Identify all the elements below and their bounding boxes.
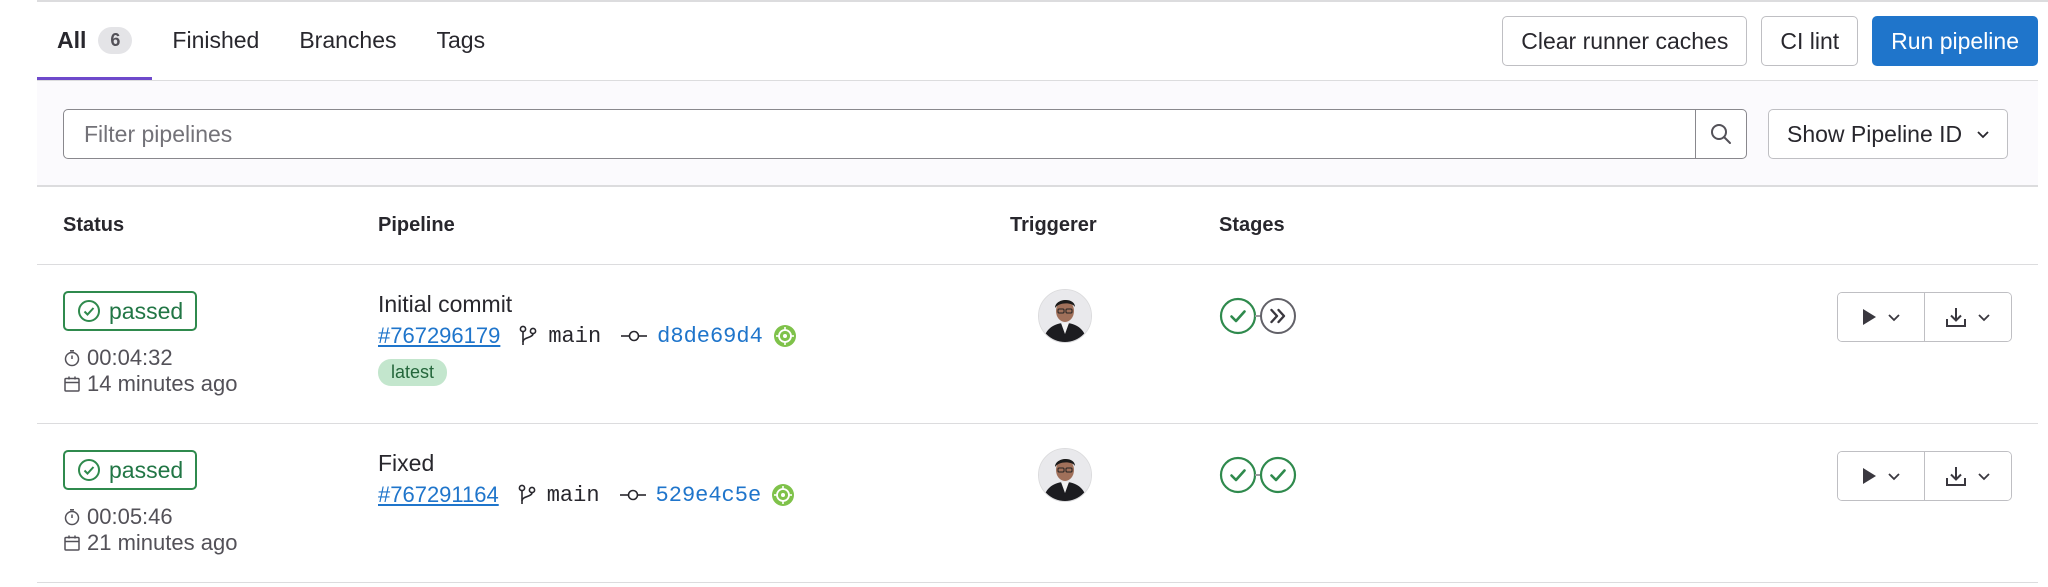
commit-sha-text: d8de69d4 xyxy=(657,323,763,349)
branch-icon xyxy=(518,484,536,504)
table-header: Status Pipeline Triggerer Stages xyxy=(37,186,2038,265)
duration: 00:05:46 xyxy=(63,504,173,530)
triggerer-column-header: Triggerer xyxy=(1010,214,1097,236)
tab-finished[interactable]: Finished xyxy=(152,0,279,80)
run-pipeline-button[interactable]: Run pipeline xyxy=(1872,16,2038,66)
pipeline-stages xyxy=(1219,297,1297,335)
stages-column-header: Stages xyxy=(1219,214,1285,236)
pipeline-id-link[interactable]: #767296179 xyxy=(378,323,500,349)
show-pipeline-id-dropdown[interactable]: Show Pipeline ID xyxy=(1768,109,2008,159)
commit-icon xyxy=(619,489,646,501)
tab-branches[interactable]: Branches xyxy=(279,0,416,80)
chevron-down-icon xyxy=(1978,473,1990,481)
calendar-icon xyxy=(64,376,80,392)
table-row: passed 00:04:32 14 minutes ago Initial c… xyxy=(37,265,2038,424)
check-circle-icon xyxy=(78,459,100,481)
check-circle-icon xyxy=(78,300,100,322)
commit-title: Fixed xyxy=(378,450,435,476)
timer-icon xyxy=(64,350,80,367)
filter-bar: Show Pipeline ID xyxy=(37,80,2038,187)
pipeline-info: #767296179 main d8de69d4 xyxy=(378,323,797,349)
duration: 00:04:32 xyxy=(63,345,173,371)
tab-tags-label: Tags xyxy=(436,26,486,53)
download-artifacts-dropdown[interactable] xyxy=(1924,452,2011,500)
clear-runner-caches-button[interactable]: Clear runner caches xyxy=(1502,16,1748,66)
tab-finished-label: Finished xyxy=(172,26,260,53)
download-artifacts-dropdown[interactable] xyxy=(1924,293,2011,341)
tab-all[interactable]: All 6 xyxy=(37,0,153,80)
download-icon xyxy=(1946,308,1966,327)
status-column-header: Status xyxy=(63,214,125,236)
commit-sha-text: 529e4c5e xyxy=(655,482,762,508)
commit-sha[interactable]: 529e4c5e xyxy=(619,482,762,508)
run-manual-job-dropdown[interactable] xyxy=(1838,452,1924,500)
status-label: passed xyxy=(109,456,184,483)
pipeline-stages xyxy=(1219,456,1297,494)
search-icon xyxy=(1711,124,1731,144)
status-badge[interactable]: passed xyxy=(63,291,198,331)
table-row: passed 00:05:46 21 minutes ago Fixed #76… xyxy=(37,424,2038,583)
download-icon xyxy=(1946,467,1966,486)
run-manual-job-dropdown[interactable] xyxy=(1838,293,1924,341)
status-label: passed xyxy=(109,297,184,324)
row-actions xyxy=(1837,292,2012,342)
triggerer-avatar[interactable] xyxy=(1038,289,1092,343)
commit-title: Initial commit xyxy=(378,291,513,317)
search-button[interactable] xyxy=(1695,110,1746,158)
user-avatar-image xyxy=(1039,290,1091,342)
show-pipeline-id-label: Show Pipeline ID xyxy=(1787,120,1963,147)
ci-lint-button[interactable]: CI lint xyxy=(1761,16,1859,66)
latest-badge: latest xyxy=(378,359,448,386)
timer-icon xyxy=(64,509,80,526)
filter-pipelines-input[interactable] xyxy=(64,110,1695,158)
finished-time-text: 21 minutes ago xyxy=(87,530,238,555)
filter-search-box xyxy=(63,109,1747,159)
pipeline-tabs: All 6 Finished Branches Tags xyxy=(37,0,505,80)
pipeline-id-link[interactable]: #767291164 xyxy=(378,482,499,508)
stage-skipped-icon[interactable] xyxy=(1259,297,1297,335)
branch-name: main xyxy=(546,482,600,508)
branch-ref[interactable]: main xyxy=(517,483,600,508)
stage-success-icon[interactable] xyxy=(1219,297,1257,335)
pipeline-info: #767291164 main 529e4c5e xyxy=(378,482,795,508)
chevron-down-icon xyxy=(1888,314,1900,322)
branch-icon xyxy=(519,325,537,345)
branch-name: main xyxy=(548,323,602,349)
chevron-down-icon xyxy=(1978,314,1990,322)
row-actions xyxy=(1837,451,2012,501)
status-badge[interactable]: passed xyxy=(63,450,198,490)
branch-ref[interactable]: main xyxy=(518,324,601,349)
pipeline-column-header: Pipeline xyxy=(378,214,455,236)
tab-all-count-badge: 6 xyxy=(98,26,133,54)
user-avatar-image xyxy=(1039,449,1091,501)
finished-time: 21 minutes ago xyxy=(63,530,237,556)
top-actions: Clear runner caches CI lint Run pipeline xyxy=(1502,16,2038,66)
commit-sha[interactable]: d8de69d4 xyxy=(621,324,763,349)
tab-branches-label: Branches xyxy=(299,26,397,53)
stage-success-icon[interactable] xyxy=(1219,456,1257,494)
verified-signature-icon[interactable] xyxy=(771,483,795,507)
verified-signature-icon[interactable] xyxy=(773,324,797,348)
triggerer-avatar[interactable] xyxy=(1038,448,1092,502)
tab-all-label: All xyxy=(57,26,87,53)
duration-text: 00:05:46 xyxy=(87,504,173,529)
chevron-down-icon xyxy=(1888,473,1900,481)
play-icon xyxy=(1863,468,1876,484)
play-icon xyxy=(1863,309,1876,325)
commit-icon xyxy=(621,330,648,342)
finished-time: 14 minutes ago xyxy=(63,371,237,397)
finished-time-text: 14 minutes ago xyxy=(87,371,238,396)
duration-text: 00:04:32 xyxy=(87,345,173,370)
chevron-down-icon xyxy=(1977,131,1989,139)
calendar-icon xyxy=(64,535,80,551)
tab-tags[interactable]: Tags xyxy=(417,0,506,80)
stage-success-icon[interactable] xyxy=(1259,456,1297,494)
